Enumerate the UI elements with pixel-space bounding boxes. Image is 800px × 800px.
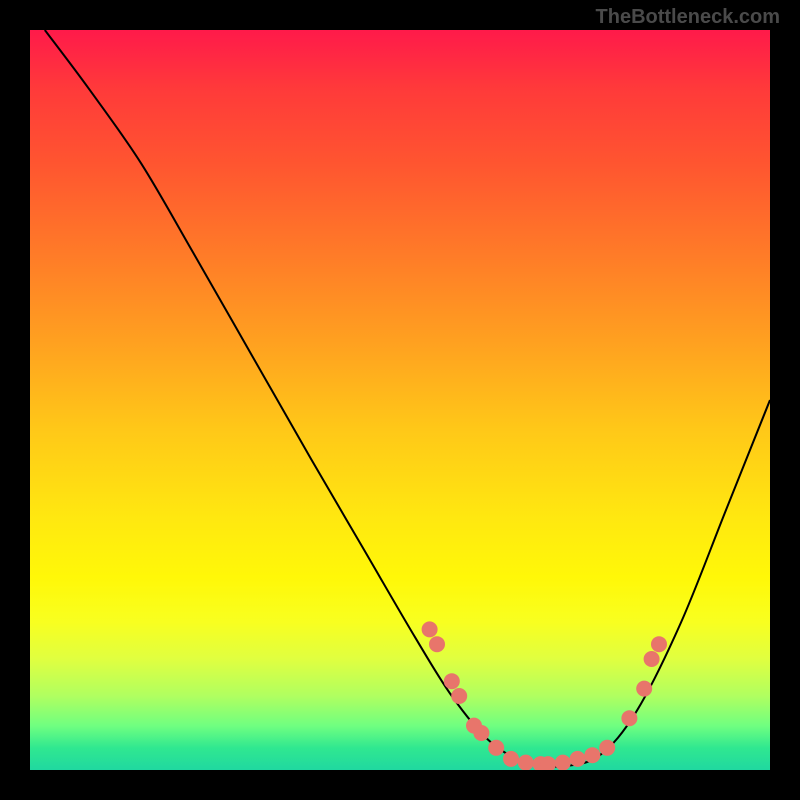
data-point <box>473 725 489 741</box>
data-point <box>570 751 586 767</box>
data-point <box>444 673 460 689</box>
data-point <box>644 651 660 667</box>
data-point <box>429 636 445 652</box>
watermark-text: TheBottleneck.com <box>596 6 780 29</box>
data-point <box>503 751 519 767</box>
data-point <box>422 621 438 637</box>
data-point <box>621 710 637 726</box>
bottleneck-curve <box>45 30 770 767</box>
data-point <box>488 740 504 756</box>
data-point <box>599 740 615 756</box>
data-point <box>584 747 600 763</box>
data-point <box>451 688 467 704</box>
chart-svg <box>30 30 770 770</box>
data-point <box>651 636 667 652</box>
chart-plot-area <box>30 30 770 770</box>
data-point <box>636 681 652 697</box>
data-point <box>555 755 571 770</box>
scatter-dots <box>422 621 667 770</box>
data-point <box>518 755 534 770</box>
